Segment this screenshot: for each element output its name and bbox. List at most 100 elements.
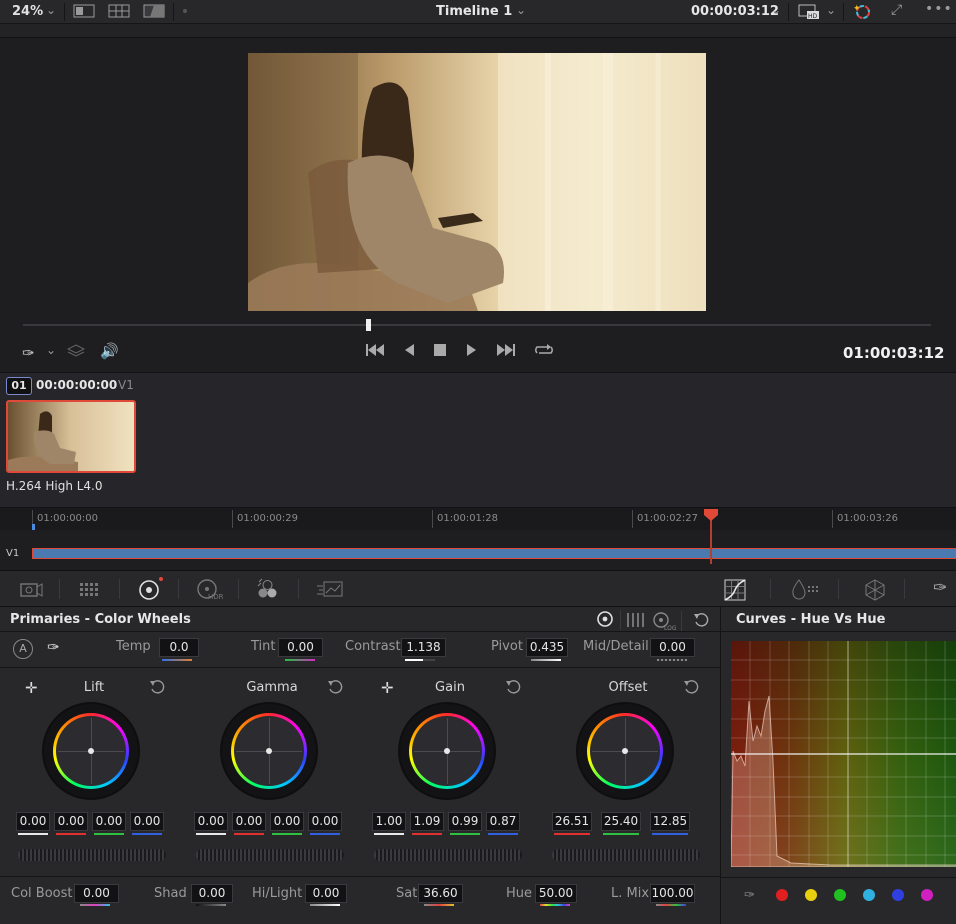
middetail-field[interactable]: 0.00: [650, 638, 695, 657]
clip-track: V1: [118, 378, 134, 392]
chevron-down-icon[interactable]: ⌄: [516, 3, 526, 17]
wheel-value-field[interactable]: 1.00: [372, 812, 406, 831]
auto-balance-button[interactable]: A: [13, 639, 33, 659]
wheel-value-field[interactable]: 0.00: [308, 812, 342, 831]
color-fx-icon[interactable]: ✦: [852, 3, 872, 24]
master-wheel-offset[interactable]: [552, 849, 700, 861]
clips-strip: 01 00:00:00:00 V1 H.264 High L4.0: [0, 372, 956, 507]
wheel-title-offset: Offset: [608, 680, 648, 695]
qualifier-picker-icon[interactable]: ✑: [933, 578, 947, 598]
wheel-reset-icon[interactable]: [327, 679, 343, 698]
hue-vs-hue-graph[interactable]: [731, 641, 956, 867]
wheel-reset-icon[interactable]: [505, 679, 521, 698]
fullscreen-icon[interactable]: ⤢: [891, 2, 902, 18]
playhead[interactable]: [704, 508, 718, 564]
chevron-down-icon[interactable]: ⌄: [46, 3, 56, 17]
color-wheel-gain[interactable]: [400, 704, 494, 798]
colboost-field[interactable]: 0.00: [74, 884, 119, 903]
rgb-mixer-icon[interactable]: [255, 578, 281, 603]
play-reverse-icon[interactable]: [403, 343, 415, 360]
wheel-value-field[interactable]: 0.00: [92, 812, 126, 831]
color-match-icon[interactable]: [78, 579, 102, 602]
tint-field[interactable]: 0.00: [278, 638, 323, 657]
temp-field[interactable]: 0.0: [159, 638, 199, 657]
hd-monitor-icon[interactable]: HD: [798, 4, 820, 23]
wheel-value-field[interactable]: 1.09: [410, 812, 444, 831]
split-screen-icon[interactable]: [143, 4, 165, 21]
wheel-reset-icon[interactable]: [149, 679, 165, 698]
hue-swatch[interactable]: [834, 889, 846, 901]
clip-thumbnail[interactable]: [6, 400, 136, 473]
master-wheel-gain[interactable]: [374, 849, 522, 861]
hue-swatch[interactable]: [805, 889, 817, 901]
mini-timeline[interactable]: 01:00:00:00 01:00:00:29 01:00:01:28 01:00:0…: [0, 507, 956, 570]
color-wheel-gamma[interactable]: [222, 704, 316, 798]
wheels-mode-icon[interactable]: [589, 610, 621, 630]
reset-icon[interactable]: [693, 612, 709, 631]
color-warper-icon[interactable]: [790, 578, 820, 603]
curve-picker-icon[interactable]: ✑: [744, 888, 755, 903]
wheel-value-field[interactable]: 12.85: [650, 812, 690, 831]
wheel-value-field[interactable]: 0.00: [54, 812, 88, 831]
pivot-field[interactable]: 0.435: [526, 638, 568, 657]
hue-swatch[interactable]: [776, 889, 788, 901]
more-options-icon[interactable]: •••: [925, 1, 953, 17]
wheel-value-field[interactable]: 0.00: [232, 812, 266, 831]
wheel-value-field[interactable]: 25.40: [601, 812, 641, 831]
contrast-field[interactable]: 1.138: [401, 638, 446, 657]
svg-text:HDR: HDR: [208, 593, 224, 601]
chevron-down-icon[interactable]: ⌄: [771, 3, 781, 17]
color-wheel-lift[interactable]: [44, 704, 138, 798]
color-wheel-offset[interactable]: [578, 704, 672, 798]
motion-effects-icon[interactable]: [316, 579, 344, 602]
loop-icon[interactable]: [533, 342, 555, 361]
svg-text:LOG: LOG: [664, 625, 676, 631]
layers-icon[interactable]: [66, 344, 86, 361]
wheel-value-field[interactable]: 26.51: [552, 812, 592, 831]
go-to-end-icon[interactable]: [495, 343, 515, 360]
log-mode-icon[interactable]: LOG: [652, 611, 682, 632]
wheel-value-field[interactable]: 0.00: [130, 812, 164, 831]
wheel-picker-icon[interactable]: ✛: [25, 679, 38, 697]
camera-raw-icon[interactable]: [18, 579, 44, 602]
chevron-down-icon[interactable]: ⌄: [826, 3, 836, 17]
wheel-value-field[interactable]: 0.87: [486, 812, 520, 831]
curves-icon[interactable]: [723, 578, 749, 605]
hsl-qualifier-icon[interactable]: [862, 578, 888, 605]
shad-field[interactable]: 0.00: [191, 884, 233, 903]
master-wheel-gamma[interactable]: [196, 849, 344, 861]
hilight-field[interactable]: 0.00: [305, 884, 347, 903]
chevron-down-icon[interactable]: ⌄: [46, 343, 56, 357]
wheel-value-field[interactable]: 0.00: [194, 812, 228, 831]
go-to-start-icon[interactable]: [366, 343, 386, 360]
single-viewer-icon[interactable]: [73, 4, 95, 21]
sat-field[interactable]: 36.60: [418, 884, 463, 903]
viewer-scrubber[interactable]: [23, 324, 931, 326]
video-frame[interactable]: [248, 53, 706, 311]
picker-icon[interactable]: ✑: [22, 344, 35, 362]
wheel-value-field[interactable]: 0.00: [270, 812, 304, 831]
hue-field[interactable]: 50.00: [535, 884, 577, 903]
bars-mode-icon[interactable]: [625, 612, 645, 631]
hdr-wheels-icon[interactable]: HDR: [195, 577, 225, 604]
lmix-field[interactable]: 100.00: [650, 884, 695, 903]
hue-swatch[interactable]: [892, 889, 904, 901]
curves-title: Curves - Hue Vs Hue: [736, 612, 886, 627]
hue-swatch[interactable]: [921, 889, 933, 901]
zoom-level[interactable]: 24%: [12, 4, 43, 19]
white-balance-picker-icon[interactable]: ✑: [47, 638, 60, 656]
color-wheels-icon[interactable]: [137, 576, 165, 605]
volume-icon[interactable]: 🔊: [100, 342, 119, 360]
gallery-view-icon[interactable]: [108, 4, 130, 21]
master-wheel-lift[interactable]: [18, 849, 166, 861]
wheel-picker-icon[interactable]: ✛: [381, 679, 394, 697]
wheel-reset-icon[interactable]: [683, 679, 699, 698]
timeline-name[interactable]: Timeline 1: [436, 4, 512, 19]
clip-track-bar[interactable]: [32, 548, 956, 559]
play-icon[interactable]: [466, 343, 478, 360]
wheel-value-field[interactable]: 0.00: [16, 812, 50, 831]
wheel-value-field[interactable]: 0.99: [448, 812, 482, 831]
scrubber-handle[interactable]: [366, 319, 371, 331]
hue-swatch[interactable]: [863, 889, 875, 901]
stop-icon[interactable]: [434, 344, 446, 359]
